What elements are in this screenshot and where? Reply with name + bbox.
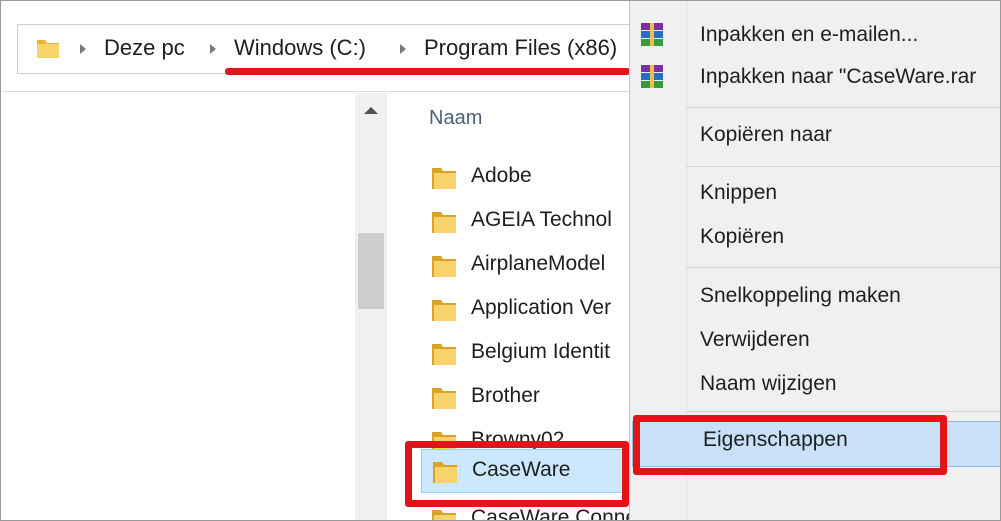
winrar-icon [640, 63, 664, 96]
file-name: Brother [471, 384, 540, 407]
red-box-annotation-caseware [405, 441, 629, 507]
menu-item-copy[interactable]: Kopiëren [630, 219, 1000, 259]
folder-icon [36, 37, 60, 64]
menu-item-label: Inpakken en e-mailen... [700, 23, 919, 46]
file-name: AirplaneModel [471, 252, 606, 275]
menu-item-rename[interactable]: Naam wijzigen [630, 366, 1000, 406]
explorer-window: Deze pc Windows (C:) Program Files (x86)… [0, 0, 1001, 521]
chevron-right-icon[interactable] [210, 44, 216, 54]
list-item[interactable]: AGEIA Technol [421, 200, 621, 244]
menu-item-label: Knippen [700, 181, 778, 204]
folder-icon [431, 166, 457, 195]
folder-icon [431, 298, 457, 327]
list-item[interactable]: Belgium Identit [421, 332, 621, 376]
folder-icon [431, 386, 457, 415]
menu-item-label: Snelkoppeling maken [700, 284, 901, 307]
column-header-name[interactable]: Naam [429, 107, 482, 130]
menu-separator [686, 107, 1000, 108]
list-item[interactable]: Application Ver [421, 288, 621, 332]
folder-icon [431, 254, 457, 283]
breadcrumb-item-windows-c[interactable]: Windows (C:) [234, 35, 366, 61]
menu-separator [686, 411, 1000, 412]
list-item[interactable]: Brother [421, 376, 621, 420]
file-name: Adobe [471, 164, 532, 187]
menu-item-create-shortcut[interactable]: Snelkoppeling maken [630, 278, 1000, 318]
file-name: Application Ver [471, 296, 612, 319]
file-name: AGEIA Technol [471, 208, 612, 231]
chevron-right-icon[interactable] [80, 44, 86, 54]
menu-separator [686, 267, 1000, 268]
list-item[interactable]: AirplaneModel [421, 244, 621, 288]
menu-item-label: Kopiëren naar [700, 123, 832, 146]
red-underline-annotation [225, 68, 630, 75]
menu-item-pack-and-email[interactable]: Inpakken en e-mailen... [630, 17, 1000, 57]
menu-item-copy-to[interactable]: Kopiëren naar [630, 117, 1000, 157]
menu-item-label: Verwijderen [700, 328, 810, 351]
winrar-icon [640, 21, 664, 54]
menu-item-cut[interactable]: Knippen [630, 175, 1000, 215]
folder-icon [431, 342, 457, 371]
menu-item-pack-to-rar[interactable]: Inpakken naar "CaseWare.rar [630, 59, 1000, 99]
divider [1, 91, 631, 92]
address-bar[interactable]: Deze pc Windows (C:) Program Files (x86) [17, 24, 639, 74]
menu-item-label: Kopiëren [700, 225, 785, 248]
folder-icon [431, 508, 457, 520]
scrollbar-thumb[interactable] [358, 233, 384, 309]
breadcrumb-item-deze-pc[interactable]: Deze pc [104, 35, 185, 61]
menu-item-label: Inpakken naar "CaseWare.rar [700, 65, 977, 88]
menu-item-delete[interactable]: Verwijderen [630, 322, 1000, 362]
scroll-up-icon[interactable] [364, 107, 378, 114]
folder-icon [431, 210, 457, 239]
menu-separator [686, 166, 1000, 167]
red-box-annotation-properties [633, 415, 947, 475]
file-name: Belgium Identit [471, 340, 610, 363]
chevron-right-icon[interactable] [400, 44, 406, 54]
breadcrumb-item-program-files[interactable]: Program Files (x86) [424, 35, 617, 61]
nav-pane-scrollbar[interactable] [355, 93, 387, 520]
menu-item-label: Naam wijzigen [700, 372, 837, 395]
list-item[interactable]: Adobe [421, 156, 621, 200]
